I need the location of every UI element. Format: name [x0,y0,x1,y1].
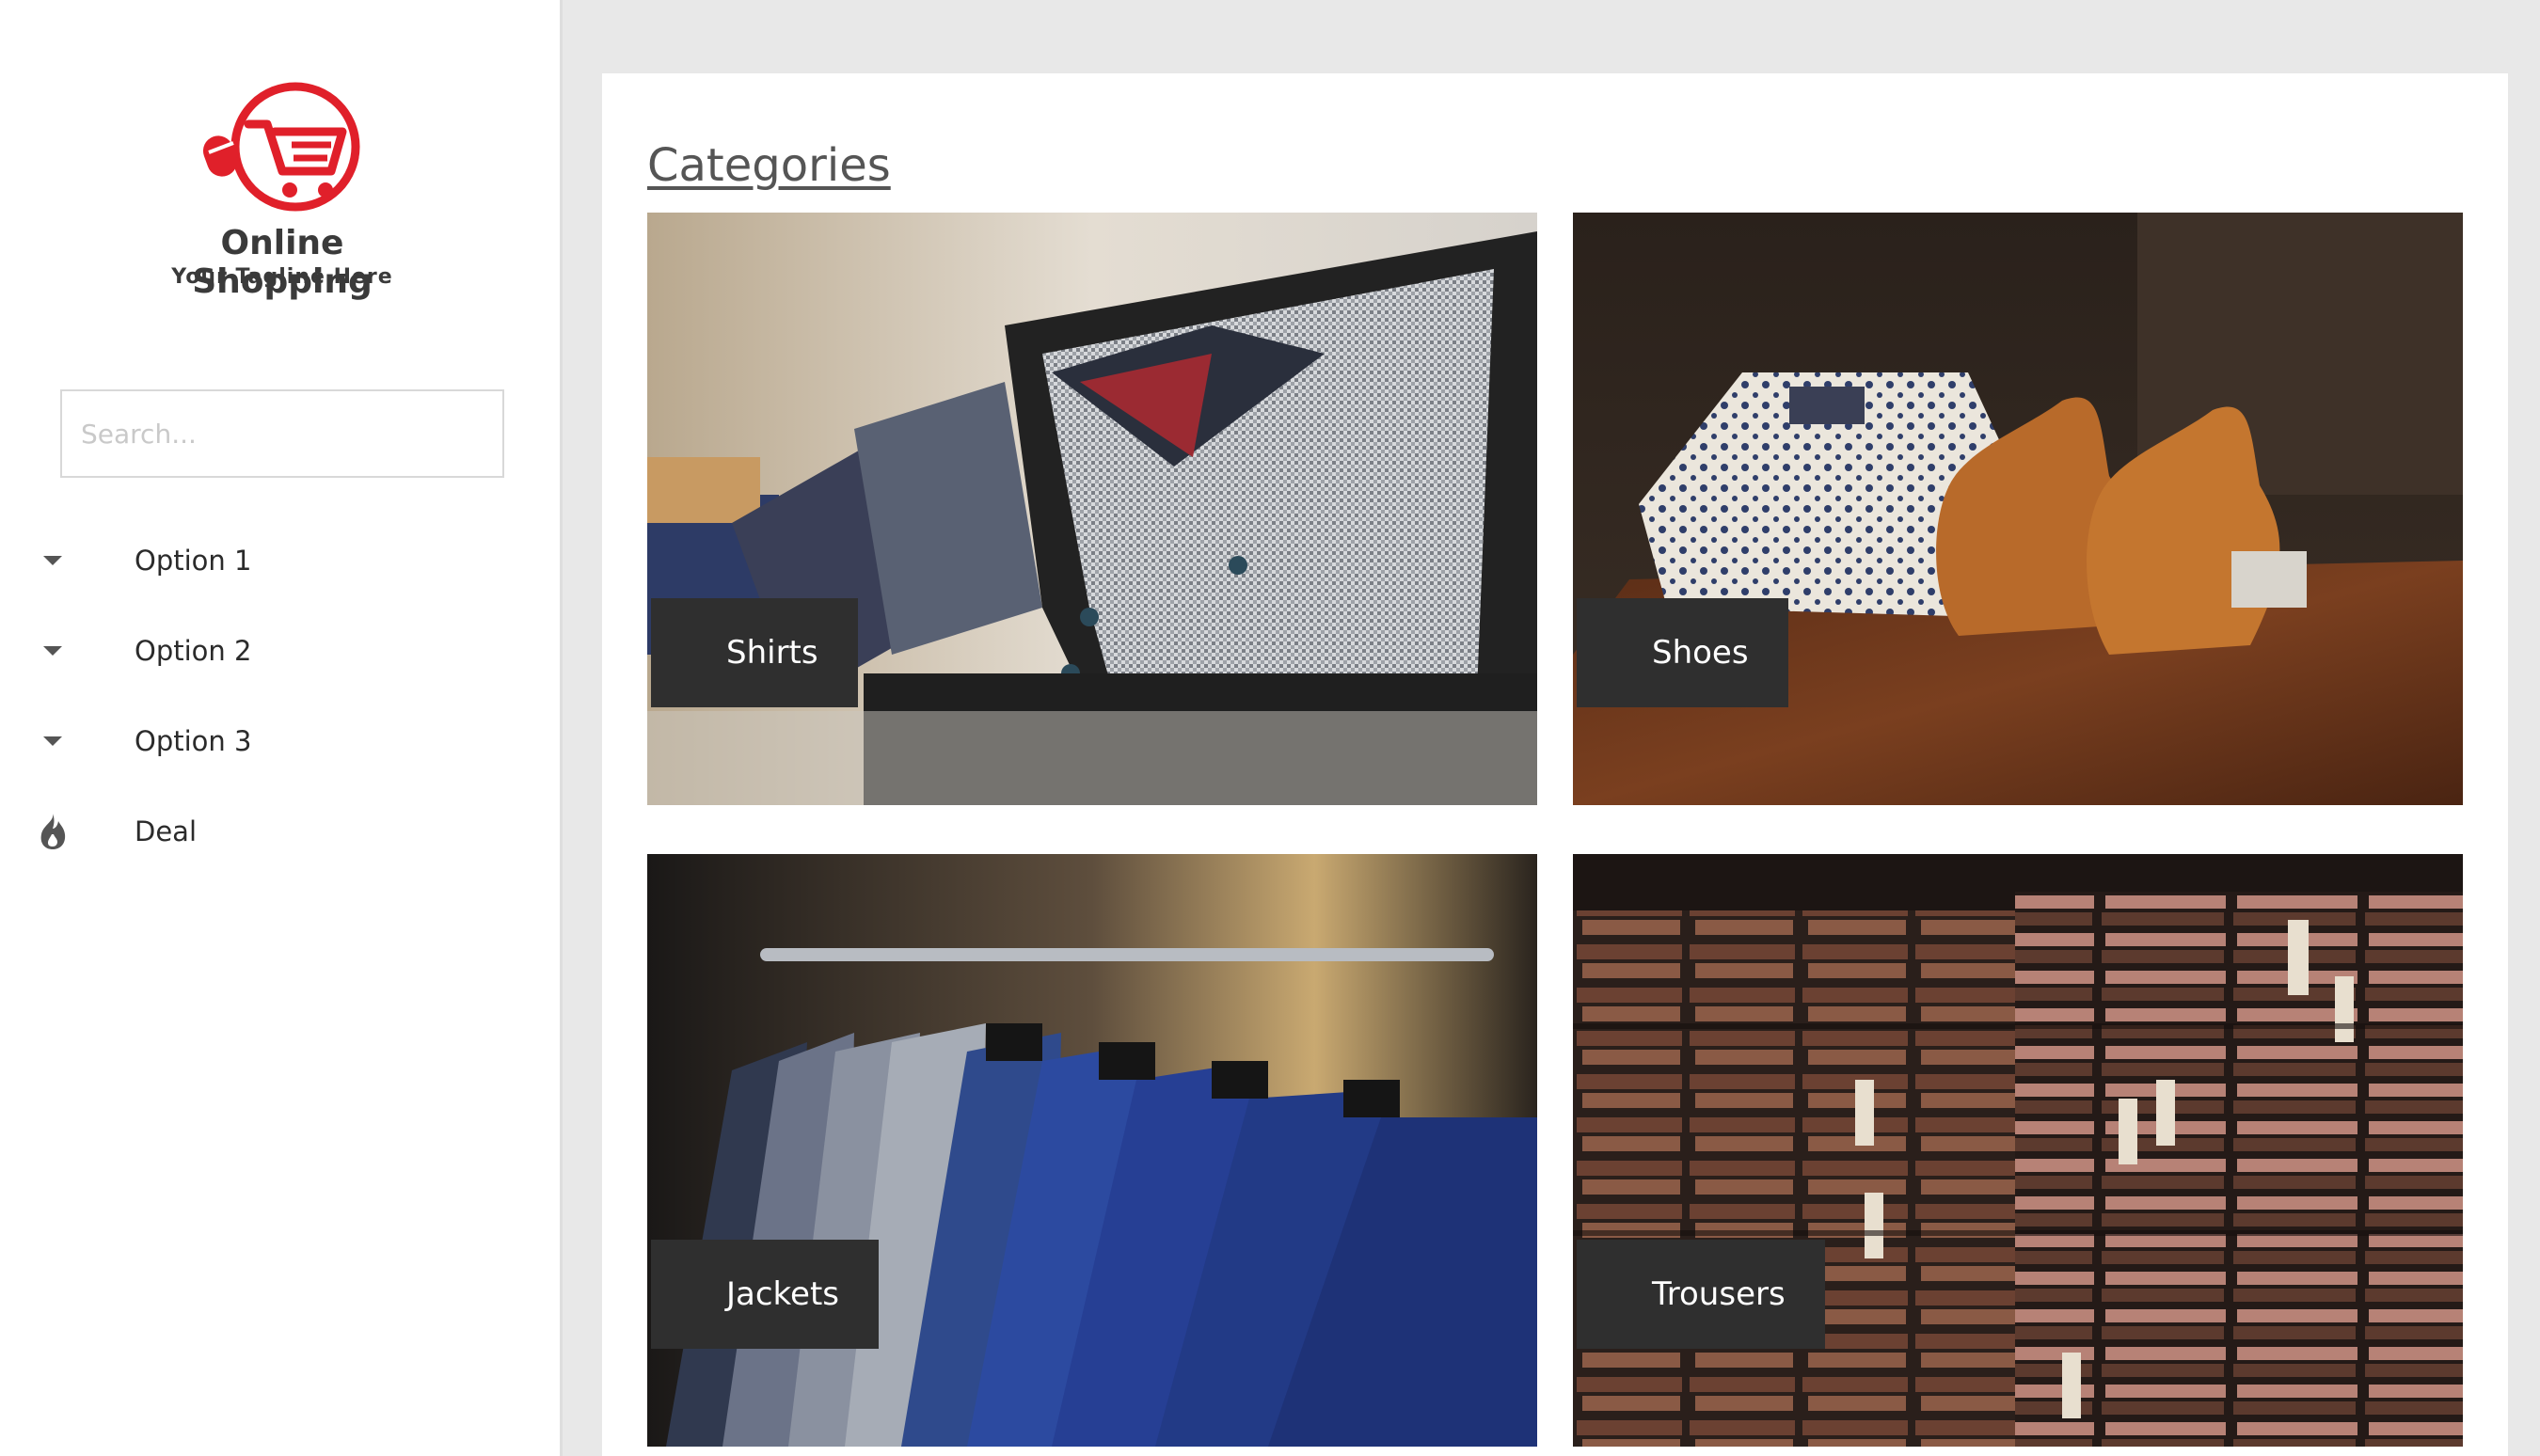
sidebar-item-label: Option 1 [135,545,252,577]
sidebar-item-option-2[interactable]: Option 2 [0,606,563,696]
category-tile-shirts[interactable]: Shirts [647,213,1537,805]
page-title[interactable]: Categories [647,139,891,192]
caret-down-icon [34,722,71,760]
shirts-photo [647,213,1537,805]
sidebar-item-deal[interactable]: Deal [0,786,563,877]
sidebar-item-option-1[interactable]: Option 1 [0,515,563,606]
trousers-photo [1573,854,2463,1447]
category-label: Shirts [651,598,858,707]
category-label: Shoes [1577,598,1788,707]
sidebar: Online Shopping Your Tagline Here Option… [0,0,563,1456]
sidebar-item-label: Option 2 [135,635,252,667]
sidebar-item-label: Option 3 [135,725,252,757]
caret-down-icon [34,632,71,670]
shopping-cart-logo-icon [202,82,360,212]
category-tile-shoes[interactable]: Shoes [1573,213,2463,805]
category-tile-trousers[interactable]: Trousers [1573,854,2463,1447]
brand-logo[interactable]: Online Shopping Your Tagline Here [141,77,423,303]
search-input[interactable] [60,389,504,478]
category-tile-jackets[interactable]: Jackets [647,854,1537,1447]
main-content-card: Categories Shirts Shoes Jackets Trousers [602,73,2508,1456]
brand-name: Online Shopping [192,224,373,301]
sidebar-item-label: Deal [135,815,198,847]
sidebar-menu: Option 1 Option 2 Option 3 Deal [0,515,563,877]
category-label: Jackets [651,1240,879,1349]
brand-tagline: Your Tagline Here [171,265,393,289]
sidebar-item-option-3[interactable]: Option 3 [0,696,563,786]
category-label: Trousers [1577,1240,1825,1349]
shoes-photo [1573,213,2463,805]
caret-down-icon [34,542,71,579]
flame-icon [34,813,71,850]
jackets-photo [647,854,1537,1447]
